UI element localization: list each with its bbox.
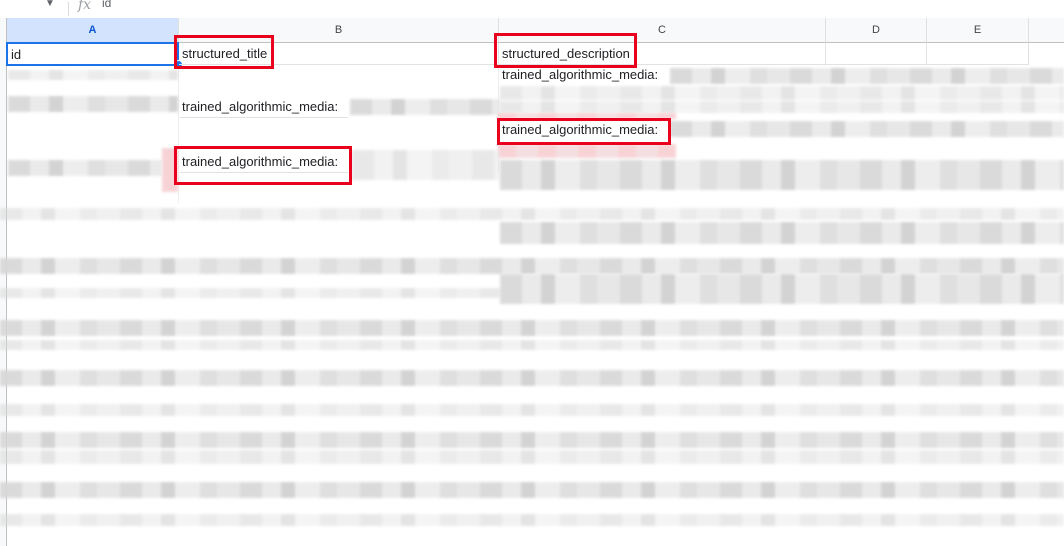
cell-e1[interactable] [927,43,1029,65]
blurred-cell [500,86,1064,100]
function-icon: fx [78,0,92,13]
highlight-box-b5 [174,146,352,185]
blurred-cell [8,160,162,176]
blurred-cell [0,320,1064,336]
blurred-cell [352,150,500,180]
blurred-cell [500,160,1064,190]
blurred-cell [0,514,1064,526]
cell-c2-text: trained_algorithmic_media: [502,67,659,82]
blurred-cell [8,70,178,80]
cell-a1-text: id [11,47,22,62]
blurred-cell [498,144,676,158]
blurred-cell [0,258,1064,274]
blurred-cell [670,68,1064,84]
blurred-cell [670,121,1064,137]
column-header-e[interactable]: E [927,18,1029,43]
highlight-box-structured-title [174,35,274,69]
formula-input[interactable]: id [102,0,111,10]
blurred-cell [500,101,1064,113]
blurred-cell [0,482,1064,498]
column-header-f[interactable] [1029,18,1064,43]
cell-d1[interactable] [826,43,927,65]
blurred-cell [0,404,1064,416]
blurred-cell [0,370,1064,386]
blurred-cell [0,432,1064,448]
blurred-cell [0,450,1064,464]
blurred-cell [8,96,178,112]
blurred-cell [500,222,1064,244]
blurred-cell [0,288,500,298]
column-header-a[interactable]: A [7,18,179,44]
blurred-cell [0,208,1064,220]
highlight-box-structured-description [494,33,637,68]
column-header-d[interactable]: D [826,18,927,43]
blurred-cell [350,99,500,115]
divider [68,2,69,16]
cell-b3-text: trained_algorithmic_media: [182,99,339,114]
cell-a1[interactable]: id [6,42,179,66]
row-header-gutter[interactable] [0,18,7,546]
formula-bar: ▼ fx id [0,0,1064,19]
grid-line [180,117,348,118]
blurred-cell [0,340,1064,350]
highlight-box-c4 [497,118,671,145]
chevron-down-icon[interactable]: ▼ [45,0,55,9]
blurred-cell [500,274,1064,304]
